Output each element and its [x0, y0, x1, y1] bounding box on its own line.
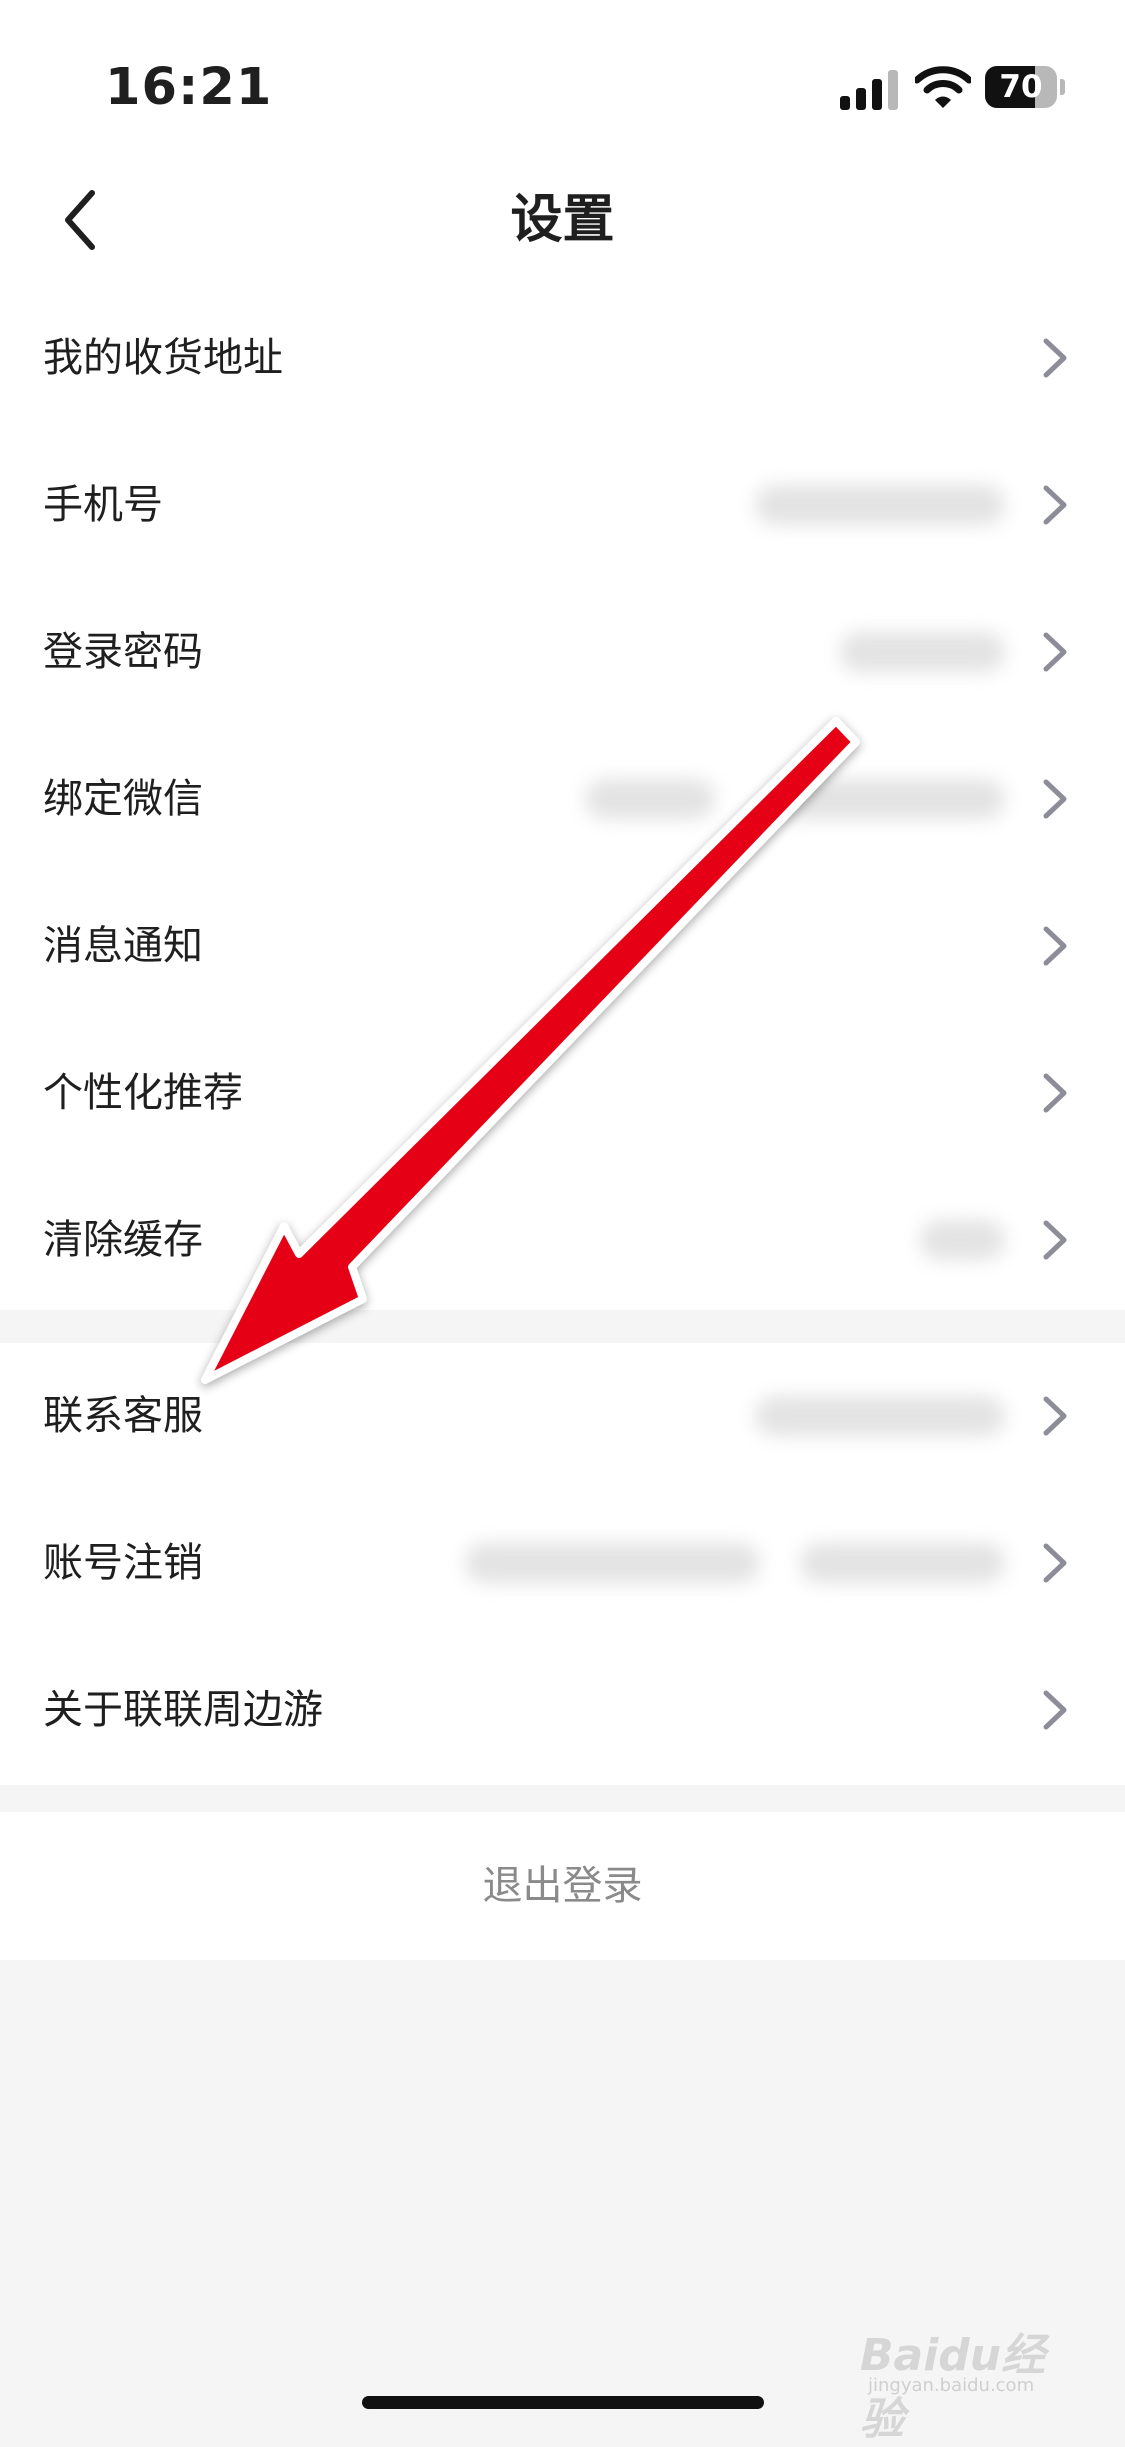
status-time: 16:21	[105, 58, 273, 117]
blurred-wechat-nickname	[585, 779, 715, 819]
blurred-cache-size	[920, 1220, 1005, 1260]
blurred-deletion-status	[800, 1543, 1005, 1583]
settings-row-label: 消息通知	[43, 923, 203, 969]
chevron-right-icon	[1043, 1543, 1067, 1583]
blurred-service-hotline	[755, 1396, 1005, 1436]
chevron-right-icon	[1043, 632, 1067, 672]
settings-row-about[interactable]: 关于联联周边游	[0, 1637, 1125, 1784]
home-indicator	[362, 2396, 764, 2409]
settings-row-label: 个性化推荐	[43, 1070, 243, 1116]
status-bar: 16:21 70	[0, 0, 1125, 150]
page-title: 设置	[510, 190, 615, 250]
blurred-deletion-note	[465, 1543, 760, 1583]
chevron-left-icon	[65, 190, 95, 250]
logout-button[interactable]: 退出登录	[0, 1812, 1125, 1960]
settings-row-label: 清除缓存	[43, 1217, 203, 1263]
chevron-right-icon	[1043, 338, 1067, 378]
settings-group-support: 联系客服 账号注销 关于联联周边游	[0, 1343, 1125, 1785]
cellular-signal-icon	[840, 70, 898, 110]
settings-row-label: 联系客服	[43, 1393, 203, 1439]
baidu-jingyan-watermark: Baidu经验 jingyan.baidu.com	[860, 2315, 1075, 2445]
settings-row-label: 绑定微信	[43, 776, 203, 822]
settings-row-clear-cache[interactable]: 清除缓存	[0, 1167, 1125, 1314]
nav-bar: 设置	[0, 160, 1125, 280]
settings-row-label: 账号注销	[43, 1540, 203, 1586]
logout-label: 退出登录	[482, 1863, 643, 1909]
blurred-wechat-status	[775, 779, 1005, 819]
settings-row-label: 我的收货地址	[43, 335, 283, 381]
back-button[interactable]	[48, 175, 138, 265]
settings-row-account-deletion[interactable]: 账号注销	[0, 1490, 1125, 1637]
chevron-right-icon	[1043, 1396, 1067, 1436]
settings-row-shipping-address[interactable]: 我的收货地址	[0, 285, 1125, 432]
chevron-right-icon	[1043, 1073, 1067, 1113]
chevron-right-icon	[1043, 926, 1067, 966]
settings-row-label: 手机号	[43, 482, 163, 528]
settings-row-phone-number[interactable]: 手机号	[0, 432, 1125, 579]
settings-row-login-password[interactable]: 登录密码	[0, 579, 1125, 726]
wifi-icon	[915, 66, 971, 108]
blurred-phone-value	[755, 485, 1005, 525]
blurred-password-value	[840, 632, 1005, 672]
settings-group-account: 我的收货地址 手机号 登录密码 绑定微信 消息通知 个性化推荐 清除缓存	[0, 285, 1125, 1310]
battery-icon: 70	[985, 66, 1065, 108]
settings-row-personalized-recommendation[interactable]: 个性化推荐	[0, 1020, 1125, 1167]
chevron-right-icon	[1043, 1690, 1067, 1730]
settings-row-contact-customer-service[interactable]: 联系客服	[0, 1343, 1125, 1490]
settings-row-notifications[interactable]: 消息通知	[0, 873, 1125, 1020]
settings-row-label: 关于联联周边游	[43, 1687, 323, 1733]
battery-percentage: 70	[999, 69, 1043, 105]
chevron-right-icon	[1043, 779, 1067, 819]
watermark-url: jingyan.baidu.com	[868, 2375, 1035, 2396]
settings-row-bind-wechat[interactable]: 绑定微信	[0, 726, 1125, 873]
settings-row-label: 登录密码	[43, 629, 203, 675]
chevron-right-icon	[1043, 485, 1067, 525]
chevron-right-icon	[1043, 1220, 1067, 1260]
